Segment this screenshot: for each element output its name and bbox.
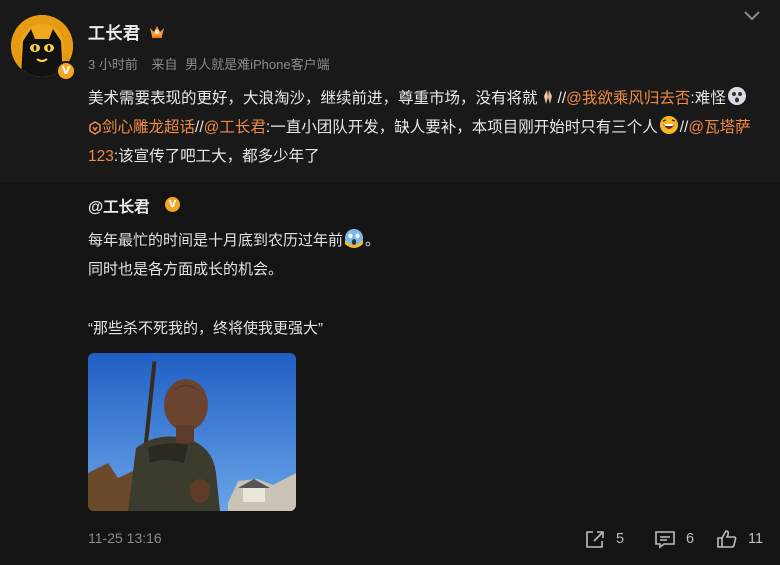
crown-icon [150,26,164,38]
separator: // [557,90,567,107]
post-date: 11-25 13:16 [88,530,162,546]
weibo-post-card: V 工长君 3 小时前 来自 男人就是难iPhone客户端 美术需要表现的更好，… [0,0,780,565]
super-topic-icon [89,121,101,135]
repost-count: 5 [616,531,625,547]
original-quote: “那些杀不死我的，终将使我更强大” [88,320,323,337]
mention-link[interactable]: @我欲乘风归去否 [566,90,690,107]
original-text-line: 每年最忙的时间是十月底到农历过年前 。 [88,228,380,250]
original-text-line: 同时也是各方面成长的机会。 [88,261,284,278]
repost-text: 美术需要表现的更好，大浪淘沙，继续前进，尊重市场，没有将就//@我欲乘风归去否:… [88,84,760,171]
like-count: 11 [748,531,764,547]
topic-label: 剑心雕龙超话 [102,119,196,136]
repost-button[interactable]: 5 [584,528,624,550]
post-time: 3 小时前 [88,57,138,72]
original-text: 每年最忙的时间是十月底到农历过年前 [88,232,344,249]
topic-link[interactable]: 剑心雕龙超话 [88,119,195,136]
separator: // [195,119,204,136]
author-name[interactable]: 工长君 [88,19,141,44]
comment-icon [655,531,675,549]
post-meta: 3 小时前 来自 男人就是难iPhone客户端 [88,54,334,73]
source-name[interactable]: 男人就是难iPhone客户端 [185,57,329,72]
comment-count: 6 [686,531,695,547]
repost-text-part: 美术需要表现的更好，大浪淘沙，继续前进，尊重市场，没有将就 [88,90,538,107]
post-photo[interactable] [88,353,296,511]
mention-link[interactable]: @工长君 [204,119,266,136]
verified-badge-icon: V [165,197,180,212]
repost-block: V 工长君 3 小时前 来自 男人就是难iPhone客户端 美术需要表现的更好，… [0,0,780,183]
man-with-rifle-image [88,353,296,511]
chevron-down-icon[interactable] [742,9,762,23]
comment-button[interactable]: 6 [654,528,694,550]
thumbs-up-icon [717,530,737,548]
repost-text-part: :难怪 [690,90,726,107]
share-icon [586,531,604,548]
repost-text-part: :一直小团队开发，缺人要补，本项目刚开始时只有三个人 [265,119,658,136]
verified-badge-icon: V [56,61,76,81]
screaming-face-icon [345,229,364,248]
repost-text-part: :该宣传了吧工大，都多少年了 [113,148,320,165]
like-button[interactable]: 11 [716,528,763,550]
source-prefix: 来自 [151,57,178,72]
period: 。 [365,232,381,249]
surprised-face-icon [727,87,746,105]
pray-hands-icon [543,90,552,104]
grinning-face-icon [659,116,678,134]
original-author-name[interactable]: @工长君 [88,195,150,217]
